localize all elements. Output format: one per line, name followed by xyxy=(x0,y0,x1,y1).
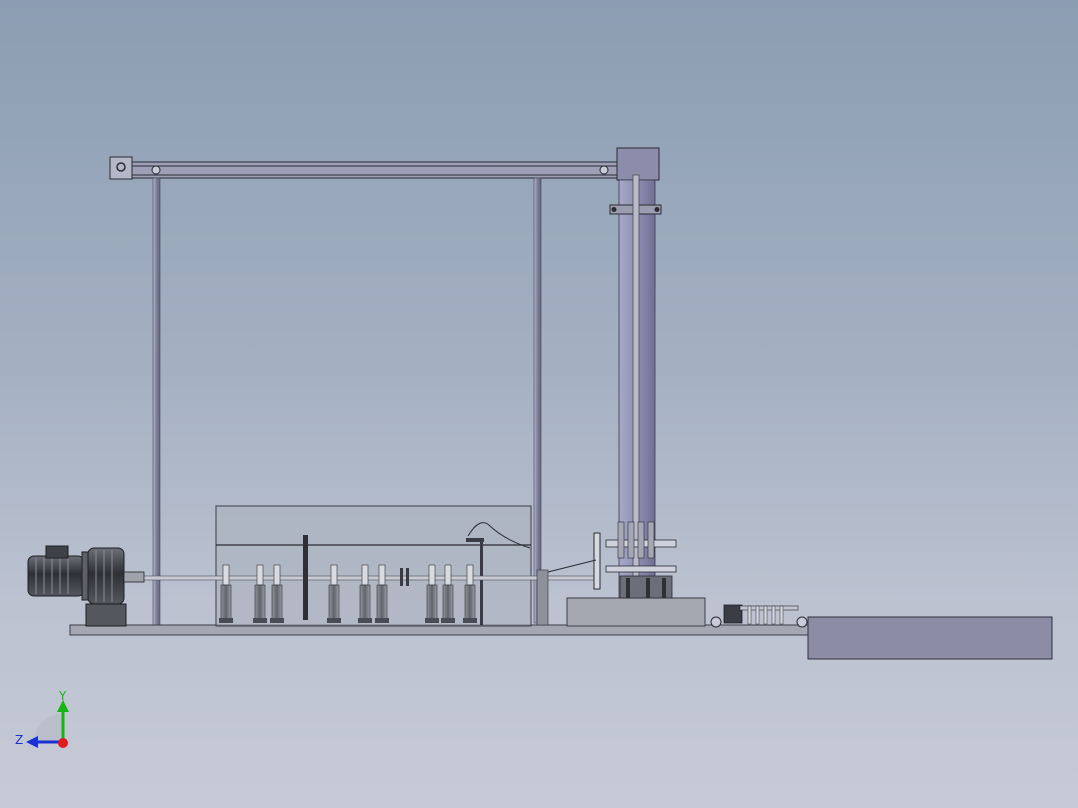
center-pedestal xyxy=(566,597,706,627)
outfeed-rollers xyxy=(710,604,808,628)
y-axis-label: Y xyxy=(58,689,67,703)
top-beam xyxy=(111,161,618,179)
assembly-model[interactable]: Y Z xyxy=(0,0,1078,808)
middle-post xyxy=(533,177,542,624)
gearbox xyxy=(87,547,125,605)
belt-pulley xyxy=(303,535,308,620)
left-post xyxy=(152,177,161,629)
beam-end-bracket xyxy=(109,156,133,180)
drive-motor xyxy=(27,545,145,627)
right-block xyxy=(807,616,1053,660)
cad-viewport[interactable]: Y Z xyxy=(0,0,1078,808)
z-axis-label: Z xyxy=(15,733,23,747)
feeder-assembly xyxy=(547,521,677,599)
x-axis-dot xyxy=(58,738,68,748)
view-orientation-triad[interactable]: Y Z xyxy=(15,689,69,748)
